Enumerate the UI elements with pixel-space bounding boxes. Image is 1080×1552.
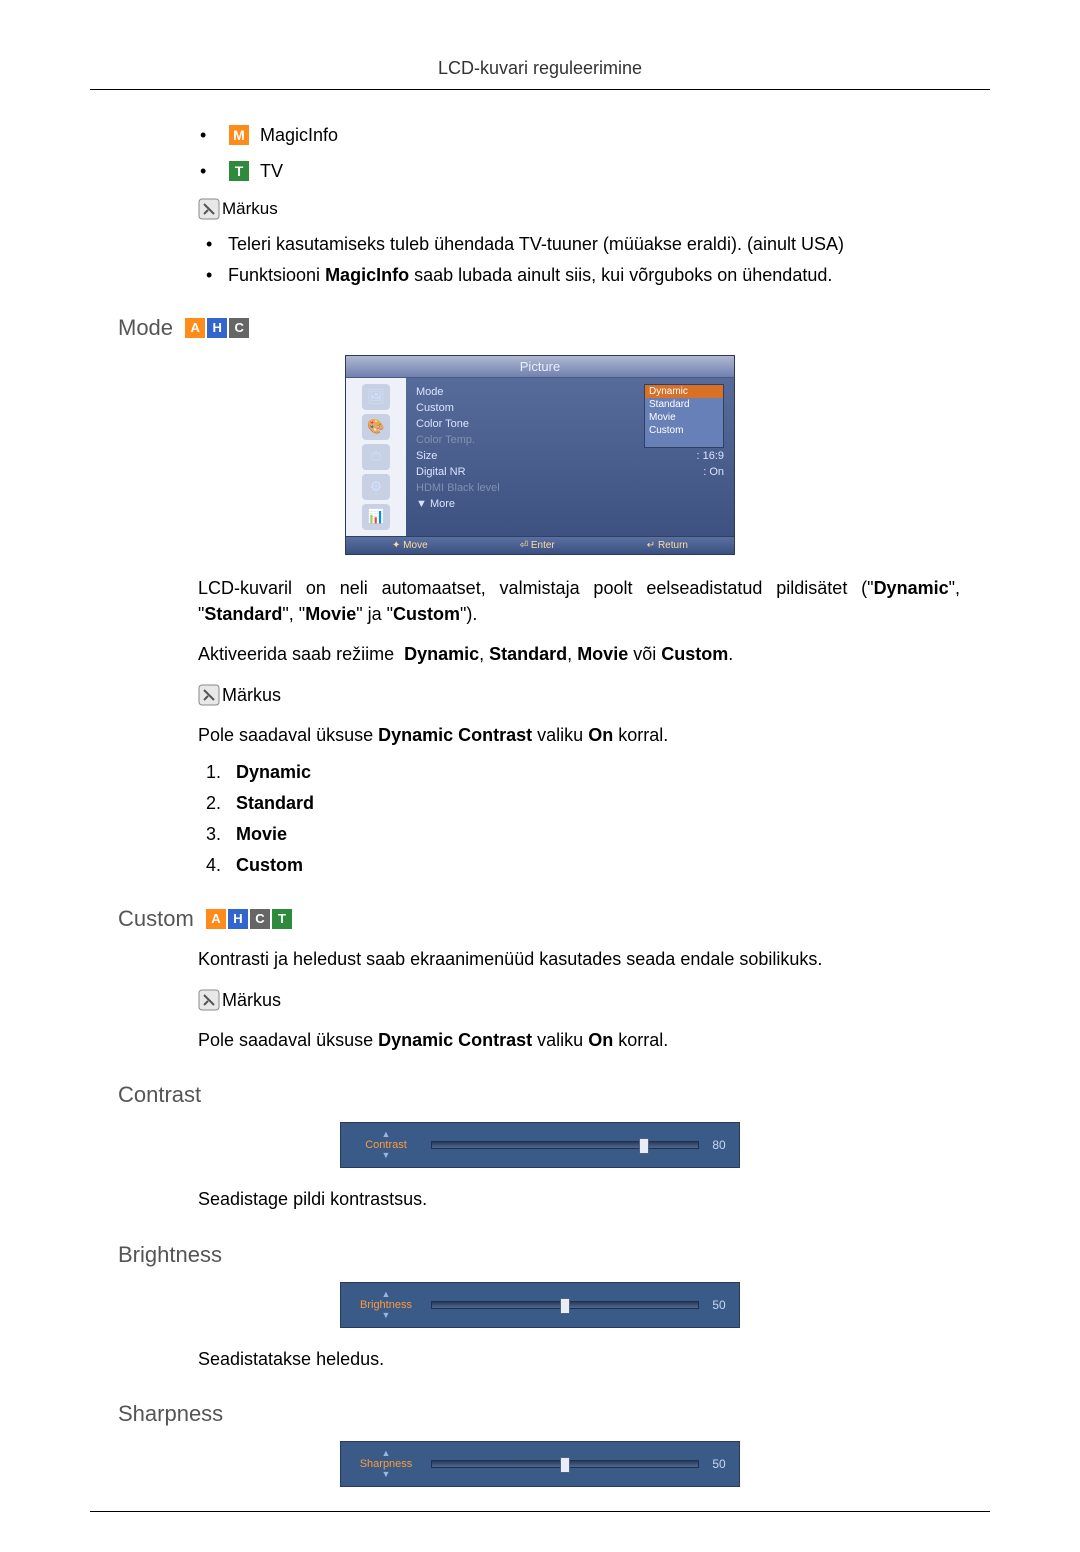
item-label: MagicInfo xyxy=(260,125,338,145)
list-item: 1.Dynamic xyxy=(206,762,970,783)
osd-side-icon: 📊 xyxy=(362,504,390,530)
list-item: M MagicInfo xyxy=(200,124,970,146)
osd-side-icon: ⚙ xyxy=(362,474,390,500)
magicinfo-icon: M xyxy=(229,125,249,145)
mode-para1: LCD-kuvaril on neli automaatset, valmist… xyxy=(198,575,960,627)
svg-text:T: T xyxy=(235,163,244,179)
up-arrow-icon: ▲ xyxy=(382,1290,391,1299)
top-item-list: M MagicInfo T TV xyxy=(200,124,970,182)
slider-track xyxy=(431,1460,699,1468)
badge-h-icon: H xyxy=(228,909,248,929)
custom-note: Pole saadaval üksuse Dynamic Contrast va… xyxy=(198,1027,960,1053)
slider-thumb xyxy=(560,1298,570,1314)
custom-para: Kontrasti ja heledust saab ekraanimenüüd… xyxy=(198,946,960,972)
slider-thumb xyxy=(639,1138,649,1154)
slider-thumb xyxy=(560,1457,570,1473)
section-contrast-title: Contrast xyxy=(118,1081,970,1108)
note-heading: Märkus xyxy=(198,986,960,1013)
slider-track xyxy=(431,1141,699,1149)
up-arrow-icon: ▲ xyxy=(382,1130,391,1139)
note-heading: Märkus xyxy=(198,198,970,220)
mode-note: Pole saadaval üksuse Dynamic Contrast va… xyxy=(198,722,960,748)
up-arrow-icon: ▲ xyxy=(382,1449,391,1458)
mode-options-list: 1.Dynamic 2.Standard 3.Movie 4.Custom xyxy=(206,762,970,876)
osd-items: Mode Custom Color Tone Color Temp. Dynam… xyxy=(406,378,734,536)
note-icon xyxy=(198,989,220,1011)
slider-value: 50 xyxy=(699,1457,739,1471)
slider-value: 80 xyxy=(699,1138,739,1152)
osd-sidebar: 🖼 🎨 ⏱ ⚙ 📊 xyxy=(346,378,406,536)
slider-label: Brightness xyxy=(360,1299,412,1311)
osd-side-icon: ⏱ xyxy=(362,444,390,470)
badge-row: A H C T xyxy=(206,909,292,929)
contrast-desc: Seadistage pildi kontrastsus. xyxy=(198,1186,960,1212)
badge-c-icon: C xyxy=(229,318,249,338)
note-heading: Märkus xyxy=(198,681,960,708)
badge-h-icon: H xyxy=(207,318,227,338)
osd-menu-screenshot: Picture 🖼 🎨 ⏱ ⚙ 📊 Mode Custom Color Tone xyxy=(345,355,735,555)
brightness-slider: ▲ Brightness ▼ 50 xyxy=(340,1282,740,1328)
down-arrow-icon: ▼ xyxy=(382,1470,391,1479)
slider-track xyxy=(431,1301,699,1309)
osd-footer: ✦ Move⏎ Enter↵ Return xyxy=(346,536,734,554)
list-item: 3.Movie xyxy=(206,824,970,845)
note-item: Teleri kasutamiseks tuleb ühendada TV-tu… xyxy=(206,234,970,255)
section-sharpness-title: Sharpness xyxy=(118,1400,970,1427)
badge-c-icon: C xyxy=(250,909,270,929)
list-item: 2.Standard xyxy=(206,793,970,814)
down-arrow-icon: ▼ xyxy=(382,1151,391,1160)
badge-a-icon: A xyxy=(206,909,226,929)
mode-para2: Aktiveerida saab režiime Dynamic, Standa… xyxy=(198,641,960,667)
note-list: Teleri kasutamiseks tuleb ühendada TV-tu… xyxy=(206,234,970,286)
sharpness-slider: ▲ Sharpness ▼ 50 xyxy=(340,1441,740,1487)
item-label: TV xyxy=(260,161,283,181)
contrast-slider: ▲ Contrast ▼ 80 xyxy=(340,1122,740,1168)
page-header: LCD-kuvari reguleerimine xyxy=(90,58,990,89)
osd-header: Picture xyxy=(346,356,734,378)
section-mode-title: Mode A H C xyxy=(118,314,970,341)
footer-divider xyxy=(90,1511,990,1512)
down-arrow-icon: ▼ xyxy=(382,1311,391,1320)
svg-text:M: M xyxy=(233,127,245,143)
list-item: T TV xyxy=(200,160,970,182)
osd-side-icon: 🖼 xyxy=(362,384,390,410)
badge-t-icon: T xyxy=(272,909,292,929)
brightness-desc: Seadistatakse heledus. xyxy=(198,1346,960,1372)
section-brightness-title: Brightness xyxy=(118,1240,970,1267)
osd-dropdown: Dynamic Standard Movie Custom xyxy=(644,384,724,448)
note-icon xyxy=(198,198,220,220)
note-item: Funktsiooni MagicInfo saab lubada ainult… xyxy=(206,265,970,286)
note-icon xyxy=(198,684,220,706)
tv-icon: T xyxy=(229,161,249,181)
header-divider xyxy=(90,89,990,90)
slider-value: 50 xyxy=(699,1298,739,1312)
list-item: 4.Custom xyxy=(206,855,970,876)
badge-row: A H C xyxy=(185,318,249,338)
slider-label: Sharpness xyxy=(360,1458,413,1470)
osd-side-icon: 🎨 xyxy=(362,414,390,440)
section-custom-title: Custom A H C T xyxy=(118,904,970,931)
badge-a-icon: A xyxy=(185,318,205,338)
